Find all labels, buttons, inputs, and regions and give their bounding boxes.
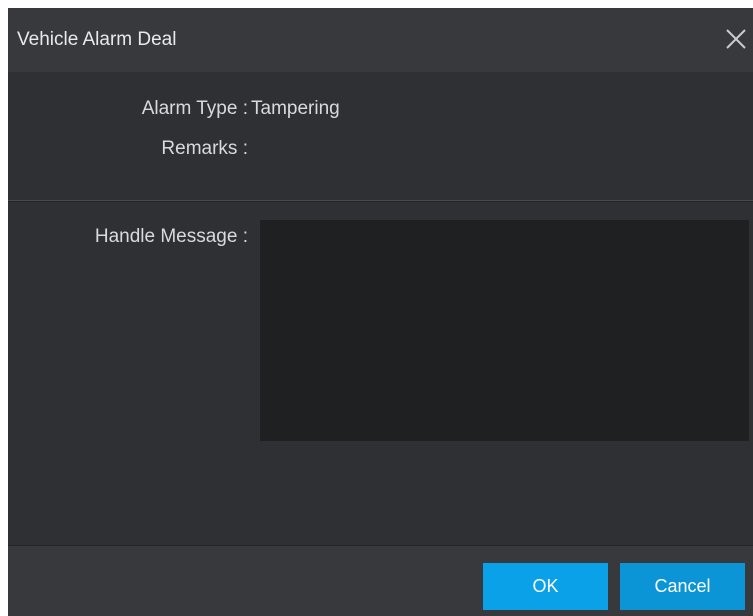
handle-message-input[interactable] [260,220,749,441]
vehicle-alarm-deal-dialog: Vehicle Alarm Deal Alarm Type : Tamperin… [8,8,753,616]
dialog-titlebar: Vehicle Alarm Deal [8,8,753,72]
dialog-footer: OK Cancel [8,545,753,616]
alarm-type-label: Alarm Type : [141,98,248,119]
ok-button[interactable]: OK [483,563,608,610]
cancel-button[interactable]: Cancel [620,563,745,610]
alarm-type-value: Tampering [251,98,340,119]
alarm-info-section: Alarm Type : Tampering Remarks : [8,72,753,200]
remarks-label: Remarks : [161,138,248,159]
close-icon[interactable] [719,22,753,56]
handle-message-label: Handle Message : [94,226,248,247]
section-divider-shadow [8,201,753,202]
dialog-title: Vehicle Alarm Deal [17,29,177,50]
